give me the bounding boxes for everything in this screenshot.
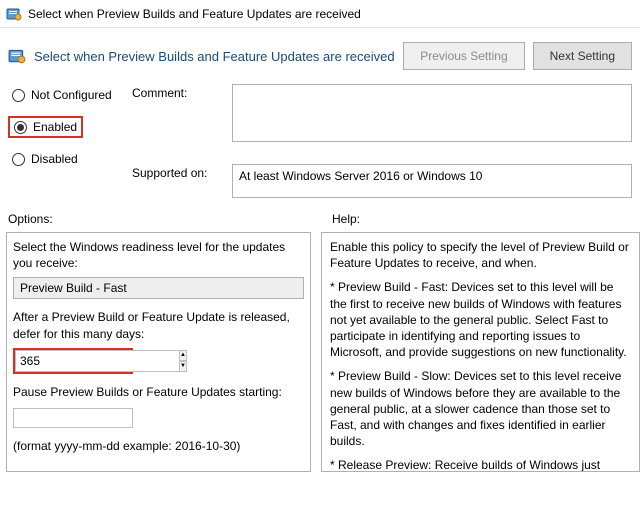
help-paragraph: Enable this policy to specify the level … [330,239,631,271]
subheader: Select when Preview Builds and Feature U… [0,28,640,80]
help-paragraph: * Preview Build - Slow: Devices set to t… [330,368,631,449]
radio-icon [14,121,27,134]
comment-input[interactable] [232,84,632,142]
readiness-label: Select the Windows readiness level for t… [13,239,304,271]
radio-label: Disabled [31,152,78,166]
radio-icon [12,153,25,166]
radio-not-configured[interactable]: Not Configured [8,86,128,104]
readiness-dropdown[interactable]: Preview Build - Fast [13,277,304,299]
radio-icon [12,89,25,102]
help-panel: Enable this policy to specify the level … [321,232,640,472]
format-hint: (format yyyy-mm-dd example: 2016-10-30) [13,438,304,454]
defer-days-input[interactable] [15,350,179,372]
help-paragraph: * Release Preview: Receive builds of Win… [330,457,631,472]
options-panel: Select the Windows readiness level for t… [6,232,311,472]
options-heading: Options: [8,212,320,226]
radio-enabled[interactable]: Enabled [8,116,83,138]
radio-label: Not Configured [31,88,112,102]
radio-disabled[interactable]: Disabled [8,150,128,168]
pause-date-input[interactable] [13,408,133,428]
policy-name: Select when Preview Builds and Feature U… [34,49,395,64]
spinner-up-button[interactable]: ▲ [179,350,187,361]
next-setting-button[interactable]: Next Setting [533,42,632,70]
comment-label: Comment: [132,84,220,100]
state-radio-group: Not Configured Enabled Disabled [8,84,128,198]
supported-label: Supported on: [132,164,220,180]
defer-label: After a Preview Build or Feature Update … [13,309,304,341]
window-title: Select when Preview Builds and Feature U… [28,7,361,21]
titlebar: Select when Preview Builds and Feature U… [0,0,640,28]
policy-icon [6,6,22,22]
defer-days-spinner: ▲ ▼ [13,348,133,374]
policy-icon [8,47,26,65]
spinner-down-button[interactable]: ▼ [179,361,187,372]
pause-label: Pause Preview Builds or Feature Updates … [13,384,304,400]
radio-label: Enabled [33,120,77,134]
help-heading: Help: [320,212,632,226]
help-paragraph: * Preview Build - Fast: Devices set to t… [330,279,631,360]
previous-setting-button: Previous Setting [403,42,524,70]
supported-value: At least Windows Server 2016 or Windows … [232,164,632,198]
